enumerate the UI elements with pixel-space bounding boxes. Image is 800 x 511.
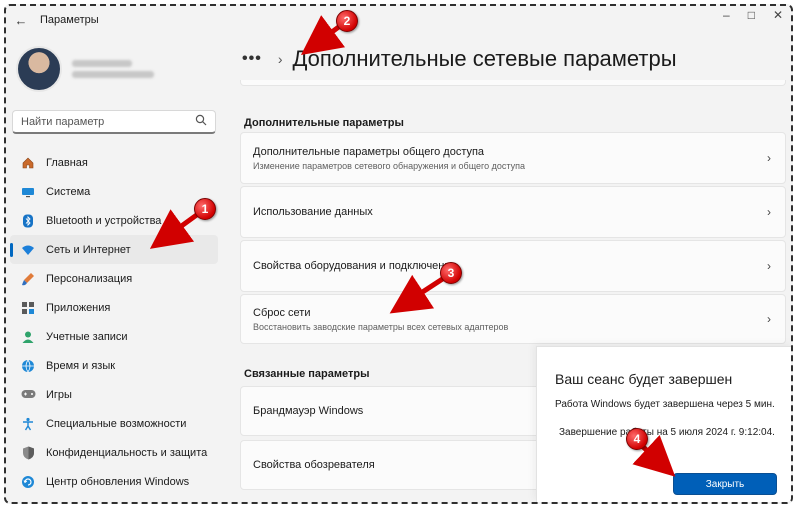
sidebar-item-label: Главная (46, 156, 88, 169)
sidebar-item-label: Сеть и Интернет (46, 243, 131, 256)
update-icon (20, 474, 36, 490)
account-icon (20, 329, 36, 345)
settings-window: ← Параметры – □ ✕ Найти параметр Главная… (6, 6, 791, 502)
sidebar-item-accounts[interactable]: Учетные записи (10, 322, 218, 351)
sidebar-item-label: Система (46, 185, 91, 198)
gamepad-icon (20, 387, 36, 403)
bluetooth-icon (20, 213, 36, 229)
annotation-badge-2: 2 (336, 10, 358, 32)
chevron-right-icon: › (767, 205, 771, 219)
sidebar-item-privacy[interactable]: Конфиденциальность и защита (10, 438, 218, 467)
close-icon[interactable]: ✕ (773, 8, 783, 22)
sidebar-nav: Главная Система Bluetooth и устройства С… (10, 148, 218, 496)
globe-clock-icon (20, 358, 36, 374)
sidebar-item-accessibility[interactable]: Специальные возможности (10, 409, 218, 438)
avatar[interactable] (16, 46, 62, 92)
sidebar-item-home[interactable]: Главная (10, 148, 218, 177)
card-network-reset[interactable]: Сброс сети Восстановить заводские параме… (240, 294, 786, 344)
breadcrumb-chevron-icon: › (277, 51, 283, 67)
card-data-usage[interactable]: Использование данных › (240, 186, 786, 238)
maximize-icon[interactable]: □ (748, 8, 755, 22)
sidebar-item-label: Приложения (46, 301, 111, 314)
page-title: Дополнительные сетевые параметры (292, 46, 677, 71)
session-end-dialog: Ваш сеанс будет завершен Работа Windows … (536, 346, 791, 502)
card-subtitle: Изменение параметров сетевого обнаружени… (253, 160, 525, 171)
previous-card-edge (240, 80, 786, 86)
wifi-icon (20, 242, 36, 258)
screenshot-frame: ← Параметры – □ ✕ Найти параметр Главная… (4, 4, 793, 504)
card-advanced-sharing[interactable]: Дополнительные параметры общего доступа … (240, 132, 786, 184)
monitor-icon (20, 184, 36, 200)
close-button[interactable]: Закрыть (673, 473, 777, 495)
sidebar-item-label: Персонализация (46, 272, 133, 285)
sidebar-item-personalization[interactable]: Персонализация (10, 264, 218, 293)
blurred-email (72, 71, 154, 78)
annotation-badge-1: 1 (194, 198, 216, 220)
card-title: Использование данных (253, 206, 373, 218)
sidebar-item-gaming[interactable]: Игры (10, 380, 218, 409)
sidebar-item-label: Учетные записи (46, 330, 128, 343)
home-icon (20, 155, 36, 171)
shield-icon (20, 445, 36, 461)
card-title: Дополнительные параметры общего доступа (253, 145, 485, 158)
window-title: Параметры (40, 14, 99, 26)
section-header-advanced: Дополнительные параметры (244, 117, 404, 129)
dialog-heading: Ваш сеанс будет завершен (555, 371, 733, 387)
sidebar-item-windows-update[interactable]: Центр обновления Windows (10, 467, 218, 496)
card-subtitle: Восстановить заводские параметры всех се… (253, 321, 509, 332)
brush-icon (20, 271, 36, 287)
sidebar-item-apps[interactable]: Приложения (10, 293, 218, 322)
card-hardware-properties[interactable]: Свойства оборудования и подключения › (240, 240, 786, 292)
annotation-badge-3: 3 (440, 262, 462, 284)
search-input[interactable]: Найти параметр (12, 110, 216, 134)
window-controls: – □ ✕ (723, 8, 783, 22)
sidebar-item-label: Специальные возможности (46, 417, 187, 430)
dialog-message-line1: Работа Windows будет завершена через 5 м… (555, 399, 775, 410)
sidebar-item-label: Время и язык (46, 359, 116, 372)
card-title: Сброс сети (253, 306, 311, 319)
sidebar-item-system[interactable]: Система (10, 177, 218, 206)
chevron-right-icon: › (767, 259, 771, 273)
sidebar-item-label: Центр обновления Windows (46, 475, 190, 488)
minimize-icon[interactable]: – (723, 8, 730, 22)
blurred-username (72, 60, 132, 67)
card-title: Свойства оборудования и подключения (253, 260, 457, 272)
annotation-badge-4: 4 (626, 428, 648, 450)
search-placeholder: Найти параметр (21, 115, 105, 128)
sidebar-item-label: Конфиденциальность и защита (46, 446, 208, 459)
chevron-right-icon: › (767, 151, 771, 165)
sidebar: Найти параметр Главная Система Bluetooth… (6, 34, 228, 502)
dialog-message-line2: Завершение работы на 5 июля 2024 г. 9:12… (559, 427, 775, 438)
breadcrumb: ••• › Дополнительные сетевые параметры (242, 46, 677, 72)
back-arrow-icon[interactable]: ← (8, 13, 34, 28)
chevron-right-icon: › (767, 312, 771, 326)
sidebar-item-time-language[interactable]: Время и язык (10, 351, 218, 380)
section-header-related: Связанные параметры (244, 368, 370, 380)
accessibility-icon (20, 416, 36, 432)
title-bar: ← Параметры – □ ✕ (6, 6, 791, 34)
user-profile[interactable] (16, 46, 154, 92)
apps-icon (20, 300, 36, 316)
search-icon (195, 114, 207, 129)
breadcrumb-more-icon[interactable]: ••• (242, 50, 262, 68)
sidebar-item-network[interactable]: Сеть и Интернет (10, 235, 218, 264)
sidebar-item-label: Bluetooth и устройства (46, 214, 162, 227)
sidebar-item-label: Игры (46, 388, 72, 401)
sidebar-item-bluetooth[interactable]: Bluetooth и устройства (10, 206, 218, 235)
profile-blurred-text (72, 56, 154, 82)
